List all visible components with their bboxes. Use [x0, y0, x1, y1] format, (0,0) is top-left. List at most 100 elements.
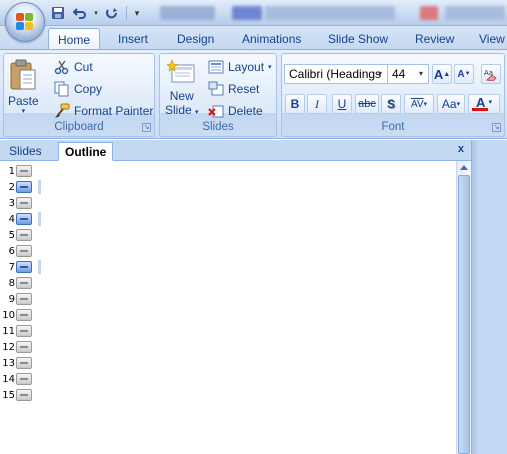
slide-icon[interactable]: [16, 213, 32, 225]
slide-icon[interactable]: [16, 389, 32, 401]
chevron-down-icon[interactable]: ▾: [375, 65, 385, 83]
change-case-button[interactable]: Aa ▾: [437, 94, 465, 114]
outline-row[interactable]: 7: [0, 259, 41, 275]
outline-row[interactable]: 11: [0, 323, 32, 339]
tab-slides[interactable]: Slides: [3, 142, 48, 161]
dialog-launcher-icon[interactable]: ↘: [142, 123, 151, 132]
tab-view[interactable]: View: [470, 28, 507, 50]
font-size-combo[interactable]: 44 ▾: [387, 64, 429, 84]
outline-row[interactable]: 14: [0, 371, 32, 387]
chevron-down-icon[interactable]: ▾: [416, 65, 426, 83]
new-slide-icon: [166, 59, 195, 83]
vertical-scrollbar[interactable]: [456, 161, 471, 454]
copy-button[interactable]: Copy: [54, 81, 102, 97]
tab-animations[interactable]: Animations: [233, 28, 310, 50]
slide-icon[interactable]: [16, 229, 32, 241]
outline-row[interactable]: 8: [0, 275, 32, 291]
scrollbar-thumb[interactable]: [458, 175, 470, 454]
slide-title-placeholder[interactable]: [38, 260, 41, 274]
office-button[interactable]: [5, 2, 45, 42]
scroll-up-icon[interactable]: [460, 165, 468, 170]
pane-splitter[interactable]: [471, 140, 507, 454]
tab-slide-show[interactable]: Slide Show: [319, 28, 397, 50]
slide-icon[interactable]: [16, 341, 32, 353]
close-pane-icon[interactable]: x: [458, 143, 464, 155]
outline-row[interactable]: 1: [0, 163, 32, 179]
dialog-launcher-icon[interactable]: ↘: [492, 123, 501, 132]
clear-formatting-button[interactable]: Aa: [481, 64, 501, 84]
save-icon[interactable]: [48, 4, 68, 22]
slide-number: 9: [8, 293, 15, 305]
redo-icon[interactable]: [102, 4, 122, 22]
ribbon: Paste ▾ Cut Copy Format Painter Clipboar…: [0, 49, 507, 139]
slide-title-placeholder[interactable]: [38, 212, 41, 226]
scissors-icon: [54, 60, 69, 75]
font-group: Calibri (Headings ▾ 44 ▾ A ▲ A ▼ Aa B I U …: [281, 53, 505, 137]
tab-review[interactable]: Review: [406, 28, 463, 50]
slide-number: 10: [2, 309, 15, 321]
grow-font-button[interactable]: A ▲: [432, 64, 452, 84]
slide-icon[interactable]: [16, 357, 32, 369]
title-bar: ▾ ▾: [0, 0, 507, 26]
paste-button[interactable]: Paste ▾: [8, 58, 39, 115]
undo-icon[interactable]: [70, 4, 90, 22]
outline-row[interactable]: 12: [0, 339, 32, 355]
slide-icon[interactable]: [16, 277, 32, 289]
new-slide-label-2: Slide ▾: [165, 103, 199, 117]
format-painter-button[interactable]: Format Painter: [54, 103, 153, 119]
office-logo-icon: [16, 13, 34, 31]
outline-row[interactable]: 4: [0, 211, 41, 227]
copy-icon: [54, 81, 69, 97]
slide-icon[interactable]: [16, 373, 32, 385]
tab-insert[interactable]: Insert: [109, 28, 157, 50]
font-name-combo[interactable]: Calibri (Headings ▾: [284, 64, 388, 84]
paste-icon: [10, 59, 36, 90]
outline-row[interactable]: 13: [0, 355, 32, 371]
delete-button[interactable]: Delete: [208, 103, 263, 119]
customize-icon[interactable]: ▾: [131, 4, 143, 22]
slide-icon[interactable]: [16, 197, 32, 209]
character-spacing-button[interactable]: AV ▾: [404, 94, 434, 114]
outline-row[interactable]: 15: [0, 387, 32, 403]
clipboard-group: Paste ▾ Cut Copy Format Painter Clipboar…: [3, 53, 155, 137]
outline-row[interactable]: 10: [0, 307, 32, 323]
tab-home[interactable]: Home: [48, 28, 101, 50]
tab-outline[interactable]: Outline: [58, 142, 114, 161]
layout-button[interactable]: Layout ▾: [208, 59, 272, 75]
underline-button[interactable]: U: [332, 94, 352, 114]
strikethrough-button[interactable]: abc: [355, 94, 379, 114]
undo-dropdown-icon[interactable]: ▾: [92, 4, 100, 22]
new-slide-button[interactable]: New Slide ▾: [165, 59, 199, 117]
slide-icon[interactable]: [16, 261, 32, 273]
outline-row[interactable]: 2: [0, 179, 41, 195]
cut-button[interactable]: Cut: [54, 59, 93, 75]
shrink-font-button[interactable]: A ▼: [454, 64, 474, 84]
slide-icon[interactable]: [16, 181, 32, 193]
tab-design[interactable]: Design: [168, 28, 223, 50]
slide-icon[interactable]: [16, 245, 32, 257]
outline-row[interactable]: 5: [0, 227, 32, 243]
blurred-window-title: [445, 6, 505, 20]
slides-outline-pane-tabs: Slides Outline x: [0, 140, 472, 161]
outline-pane[interactable]: 1 2 3 4 5 6 7 8 9 10 11 12 13 14 15: [0, 161, 456, 454]
slide-icon[interactable]: [16, 309, 32, 321]
slide-icon[interactable]: [16, 293, 32, 305]
reset-button[interactable]: Reset: [208, 81, 259, 97]
font-color-button[interactable]: A ▾: [468, 94, 500, 114]
copy-label: Copy: [74, 82, 103, 96]
italic-button[interactable]: I: [307, 94, 327, 114]
layout-icon: [208, 60, 224, 74]
reset-label: Reset: [228, 82, 260, 96]
outline-row[interactable]: 9: [0, 291, 32, 307]
outline-row[interactable]: 6: [0, 243, 32, 259]
slide-icon[interactable]: [16, 325, 32, 337]
slide-icon[interactable]: [16, 165, 32, 177]
new-slide-label-1: New: [169, 89, 194, 103]
slide-number: 1: [8, 165, 15, 177]
shadow-button[interactable]: S: [381, 94, 401, 114]
slide-title-placeholder[interactable]: [38, 180, 41, 194]
outline-row[interactable]: 3: [0, 195, 32, 211]
ribbon-tabs: Home Insert Design Animations Slide Show…: [0, 26, 507, 50]
bold-button[interactable]: B: [285, 94, 305, 114]
chevron-down-icon: ▾: [21, 108, 26, 115]
